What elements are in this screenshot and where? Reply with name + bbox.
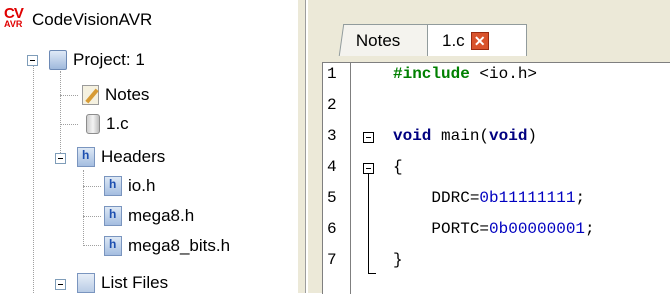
c-file-icon — [86, 114, 100, 134]
tree-connector — [60, 71, 61, 159]
tree-connector — [83, 216, 101, 217]
line-number: 2 — [327, 96, 337, 114]
tree-connector — [33, 56, 34, 293]
code-line[interactable]: 6 PORTC=0b00000001; — [323, 218, 670, 241]
code-line[interactable]: 4{ — [323, 156, 670, 179]
header-file-icon — [104, 176, 122, 196]
tab-label: Notes — [355, 30, 401, 50]
tree-connector — [60, 95, 78, 96]
line-number: 3 — [327, 127, 337, 145]
code-line[interactable]: 1 #include <io.h> — [323, 63, 670, 86]
tree-item-label: Project: 1 — [73, 50, 145, 69]
editor-panel: Notes 1.c ✕ 1 #include <io.h> 2 3 void main(… — [308, 0, 670, 294]
tree-item-label: io.h — [128, 176, 156, 195]
tree-root-label: CodeVisionAVR — [32, 10, 153, 29]
headers-folder-icon — [77, 147, 95, 167]
code-text: DDRC=0b11111111; — [393, 189, 586, 207]
line-number: 1 — [327, 65, 337, 83]
tree-root[interactable]: CV AVR CodeVisionAVR — [4, 5, 153, 31]
codevision-logo-icon: CV AVR — [4, 5, 24, 29]
tree-item-label: List Files — [101, 273, 169, 292]
list-files-folder-icon — [77, 273, 95, 293]
panel-splitter[interactable] — [296, 0, 308, 293]
project-tree: CV AVR CodeVisionAVR Project: 1 Notes 1.… — [0, 0, 296, 293]
tab-label: 1.c — [442, 30, 465, 50]
tree-item-list-files[interactable]: List Files — [77, 272, 168, 293]
line-number: 5 — [327, 189, 337, 207]
code-text: PORTC=0b00000001; — [393, 220, 595, 238]
tab-1c[interactable]: 1.c ✕ — [427, 24, 527, 56]
tree-item-headers[interactable]: Headers — [77, 146, 165, 168]
tree-item-label: mega8.h — [128, 206, 195, 225]
tab-notes[interactable]: Notes — [338, 24, 434, 56]
tree-item-label: Notes — [105, 85, 150, 104]
collapse-headers-toggle[interactable] — [55, 153, 66, 164]
fold-guide-end — [368, 273, 376, 274]
notes-icon — [82, 85, 99, 105]
code-text: #include <io.h> — [393, 65, 538, 83]
tree-connector — [60, 124, 78, 125]
tree-connector — [83, 186, 101, 187]
tree-item-label: mega8_bits.h — [128, 236, 231, 255]
fold-guide-line — [368, 174, 369, 273]
tree-item-notes[interactable]: Notes — [82, 84, 149, 106]
tree-item-io-h[interactable]: io.h — [104, 175, 155, 197]
fold-toggle-block[interactable] — [363, 163, 374, 174]
code-line[interactable]: 3 void main(void) — [323, 125, 670, 148]
tree-connector — [83, 170, 84, 246]
tree-item-mega8-bits-h[interactable]: mega8_bits.h — [104, 235, 230, 257]
collapse-project-toggle[interactable] — [27, 55, 38, 66]
line-number: 4 — [327, 158, 337, 176]
fold-toggle-function[interactable] — [363, 132, 374, 143]
code-line[interactable]: 7} — [323, 249, 670, 272]
tree-item-1c[interactable]: 1.c — [82, 113, 129, 135]
line-number: 7 — [327, 251, 337, 269]
header-file-icon — [104, 206, 122, 226]
tree-item-label: Headers — [101, 147, 166, 166]
close-tab-icon[interactable]: ✕ — [470, 31, 489, 50]
line-number: 6 — [327, 220, 337, 238]
tree-item-label: 1.c — [106, 114, 129, 133]
tree-item-project[interactable]: Project: 1 — [49, 49, 145, 71]
tab-bar: Notes 1.c ✕ — [308, 0, 670, 56]
code-line[interactable]: 5 DDRC=0b11111111; — [323, 187, 670, 210]
collapse-list-files-toggle[interactable] — [55, 279, 66, 290]
header-file-icon — [104, 236, 122, 256]
code-line[interactable]: 2 — [323, 94, 670, 117]
code-text: { — [393, 158, 403, 176]
code-text: void main(void) — [393, 127, 538, 145]
tree-item-mega8-h[interactable]: mega8.h — [104, 205, 194, 227]
tree-connector — [83, 245, 101, 246]
code-text: } — [393, 251, 403, 269]
project-icon — [49, 50, 67, 70]
code-editor[interactable]: 1 #include <io.h> 2 3 void main(void) 4{5 DDR… — [322, 62, 670, 294]
